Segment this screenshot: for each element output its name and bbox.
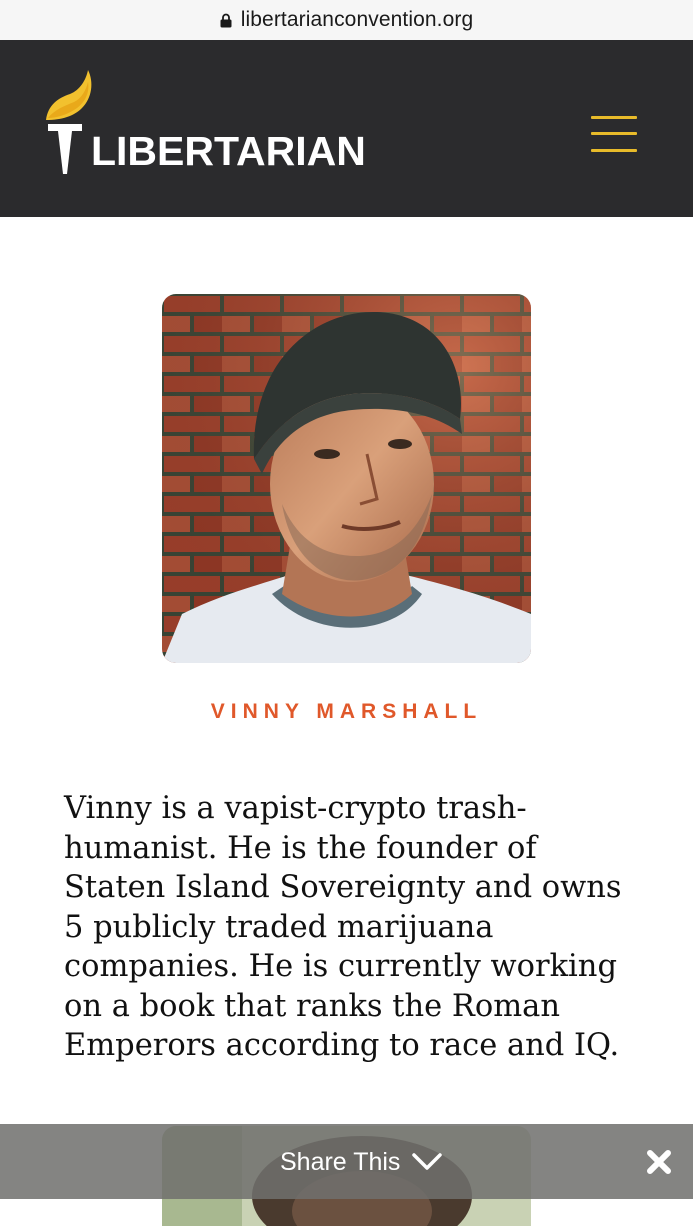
close-icon[interactable] [645,1148,673,1176]
site-header: LIBERTARIAN [0,40,693,217]
share-label: Share This [280,1147,401,1176]
speaker-bio: Vinny is a vapist-crypto trash-humanist.… [64,791,622,1063]
speaker-name: VINNY MARSHALL [210,700,483,723]
hamburger-menu-icon[interactable] [588,114,638,154]
chevron-down-icon [412,1153,443,1170]
logo-wordmark: LIBERTARIAN [91,128,366,174]
share-bar: Share This [0,1124,693,1199]
speaker-photo [162,294,531,663]
lock-icon [220,13,232,28]
browser-url: libertarianconvention.org [240,8,474,31]
share-toggle-button[interactable]: Share This [280,1142,443,1182]
browser-address-bar[interactable]: libertarianconvention.org [0,0,693,40]
site-logo[interactable]: LIBERTARIAN [44,70,384,180]
